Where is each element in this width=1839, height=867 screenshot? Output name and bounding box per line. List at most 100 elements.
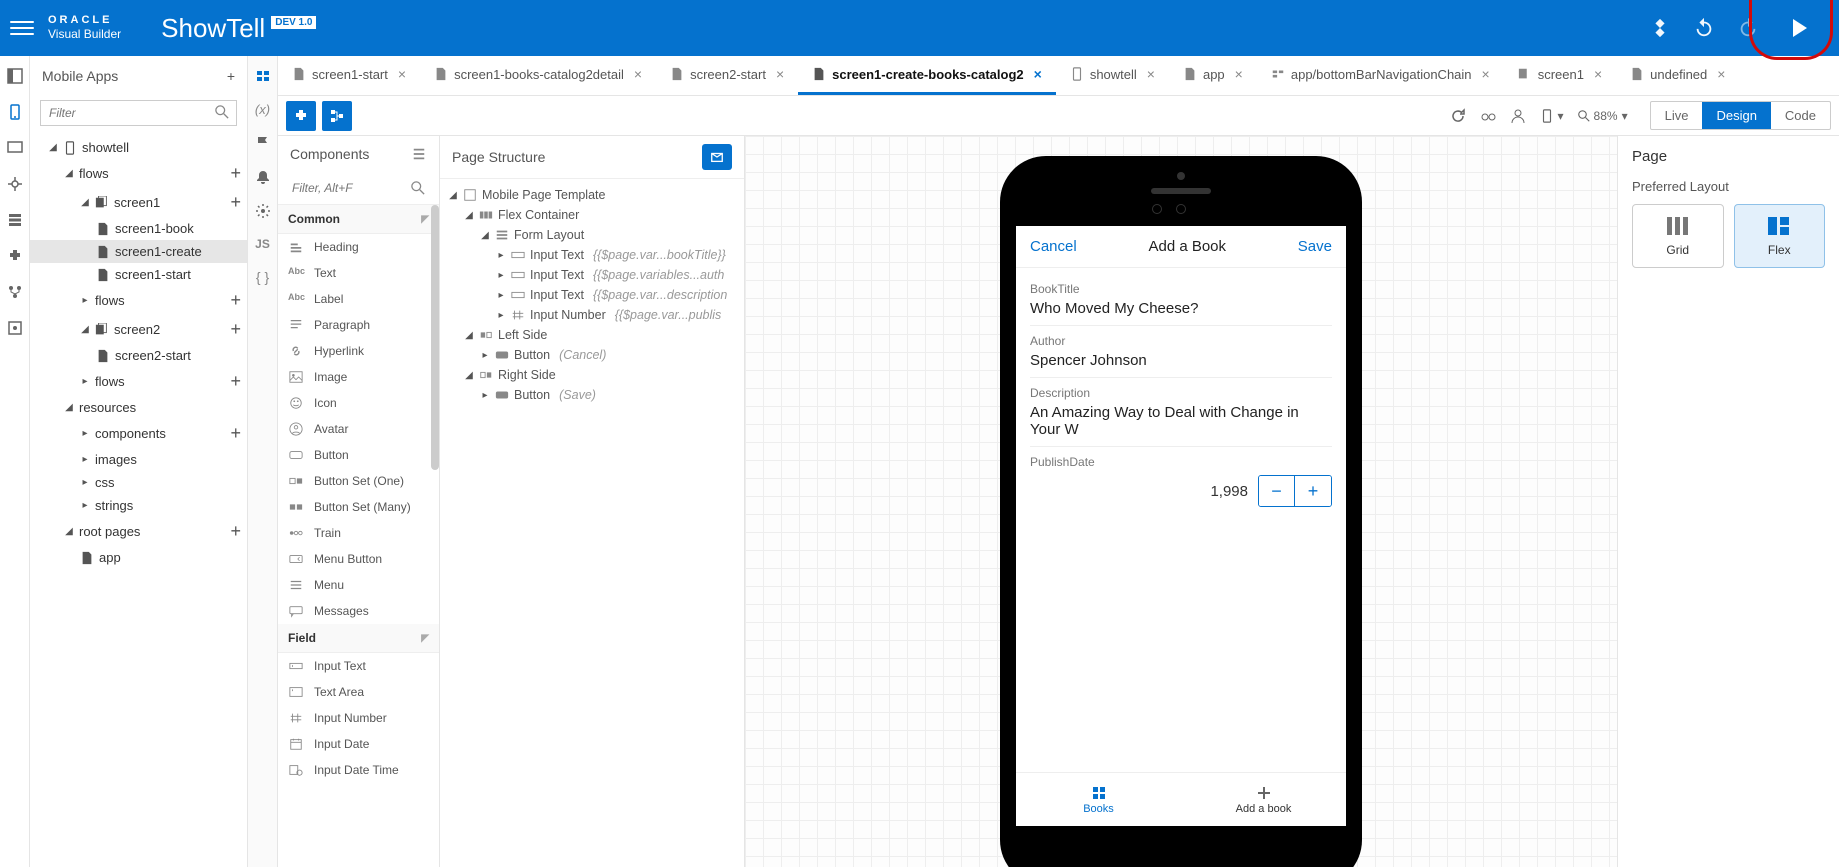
diamond-icon[interactable] <box>1649 17 1671 39</box>
comp-input-date[interactable]: Input Date <box>278 731 439 757</box>
tree-strings[interactable]: ▸strings <box>30 494 247 517</box>
list-icon[interactable] <box>411 147 427 161</box>
tree-components[interactable]: ▸components+ <box>30 419 247 448</box>
extension-icon[interactable] <box>7 248 23 264</box>
struct-cancel[interactable]: ▸Button(Cancel) <box>440 345 744 365</box>
tree-screen1-start[interactable]: screen1-start <box>30 263 247 286</box>
components-toggle[interactable] <box>286 101 316 131</box>
json-icon[interactable]: { } <box>256 269 269 285</box>
scrollbar[interactable] <box>431 205 439 470</box>
close-icon[interactable]: × <box>776 66 784 82</box>
structure-toggle[interactable] <box>322 101 352 131</box>
comp-text[interactable]: AbcText <box>278 260 439 286</box>
tree-flows[interactable]: ◢flows+ <box>30 159 247 188</box>
js-icon[interactable]: JS <box>255 237 270 251</box>
tree-flows3[interactable]: ▸flows+ <box>30 367 247 396</box>
comp-hyperlink[interactable]: Hyperlink <box>278 338 439 364</box>
tree-root-pages[interactable]: ◢root pages+ <box>30 517 247 546</box>
tab-screen1-start[interactable]: screen1-start× <box>278 56 420 95</box>
tree-resources[interactable]: ◢resources <box>30 396 247 419</box>
source-icon[interactable] <box>7 320 23 336</box>
redo-icon[interactable] <box>1737 17 1759 39</box>
mode-code[interactable]: Code <box>1771 102 1830 129</box>
tree-screen2-start[interactable]: screen2-start <box>30 344 247 367</box>
cancel-button[interactable]: Cancel <box>1030 238 1077 255</box>
menu-icon[interactable] <box>10 16 34 40</box>
tree-app[interactable]: app <box>30 546 247 569</box>
tree-images[interactable]: ▸images <box>30 448 247 471</box>
save-button[interactable]: Save <box>1298 238 1332 255</box>
tab-navchain[interactable]: app/bottomBarNavigationChain× <box>1257 56 1504 95</box>
undo-icon[interactable] <box>1693 17 1715 39</box>
close-icon[interactable]: × <box>1594 66 1602 82</box>
desktop-icon[interactable] <box>7 140 23 156</box>
comp-menu[interactable]: Menu <box>278 572 439 598</box>
mobile-icon[interactable] <box>7 104 23 120</box>
panel-icon[interactable] <box>7 68 23 84</box>
comp-heading[interactable]: Heading <box>278 234 439 260</box>
struct-mpt[interactable]: ◢Mobile Page Template <box>440 185 744 205</box>
close-icon[interactable]: × <box>1717 66 1725 82</box>
tab-screen1[interactable]: screen1× <box>1504 56 1616 95</box>
add-app-button[interactable]: + <box>227 68 235 84</box>
close-icon[interactable]: × <box>398 66 406 82</box>
struct-right[interactable]: ◢Right Side <box>440 365 744 385</box>
nav-books[interactable]: Books <box>1016 773 1181 826</box>
comp-button[interactable]: Button <box>278 442 439 468</box>
flag-icon[interactable] <box>255 135 271 151</box>
tree-screen1[interactable]: ◢screen1+ <box>30 188 247 217</box>
comp-label[interactable]: AbcLabel <box>278 286 439 312</box>
struct-it2[interactable]: ▸Input Text{{$page.variables...auth <box>440 265 744 285</box>
tree-css[interactable]: ▸css <box>30 471 247 494</box>
struct-it1[interactable]: ▸Input Text{{$page.var...bookTitle}} <box>440 245 744 265</box>
tab-showtell[interactable]: showtell× <box>1056 56 1169 95</box>
struct-save[interactable]: ▸Button(Save) <box>440 385 744 405</box>
input-description[interactable]: An Amazing Way to Deal with Change in Yo… <box>1030 404 1332 438</box>
close-icon[interactable]: × <box>1147 66 1155 82</box>
device-selector[interactable]: ▾ <box>1540 109 1564 123</box>
comp-avatar[interactable]: Avatar <box>278 416 439 442</box>
inbox-icon[interactable] <box>702 144 732 170</box>
close-icon[interactable]: × <box>1482 66 1490 82</box>
comp-train[interactable]: Train <box>278 520 439 546</box>
close-icon[interactable]: × <box>1235 66 1243 82</box>
tab-screen2-start[interactable]: screen2-start× <box>656 56 798 95</box>
group-field[interactable]: Field◤ <box>278 624 439 653</box>
db-icon[interactable] <box>7 212 23 228</box>
components-filter[interactable] <box>286 176 431 200</box>
mode-live[interactable]: Live <box>1651 102 1703 129</box>
bell-icon[interactable] <box>255 169 271 185</box>
struct-in[interactable]: ▸Input Number{{$page.var...publis <box>440 305 744 325</box>
connections-icon[interactable] <box>7 176 23 192</box>
struct-it3[interactable]: ▸Input Text{{$page.var...description <box>440 285 744 305</box>
stepper-plus[interactable]: + <box>1295 476 1331 506</box>
comp-buttonset-one[interactable]: Button Set (One) <box>278 468 439 494</box>
comp-input-text[interactable]: Input Text <box>278 653 439 679</box>
design-canvas[interactable]: Cancel Add a Book Save BookTitleWho Move… <box>745 136 1617 867</box>
search-icon[interactable] <box>215 105 229 119</box>
struct-form[interactable]: ◢Form Layout <box>440 225 744 245</box>
comp-messages[interactable]: Messages <box>278 598 439 624</box>
comp-icon[interactable]: Icon <box>278 390 439 416</box>
tab-catalog2detail[interactable]: screen1-books-catalog2detail× <box>420 56 656 95</box>
user-icon[interactable] <box>1510 108 1526 124</box>
comp-buttonset-many[interactable]: Button Set (Many) <box>278 494 439 520</box>
tab-create-catalog2[interactable]: screen1-create-books-catalog2× <box>798 56 1056 95</box>
input-booktitle[interactable]: Who Moved My Cheese? <box>1030 300 1332 317</box>
tree-screen1-book[interactable]: screen1-book <box>30 217 247 240</box>
stepper-minus[interactable]: − <box>1259 476 1295 506</box>
comp-input-datetime[interactable]: Input Date Time <box>278 757 439 783</box>
tree-screen2[interactable]: ◢screen2+ <box>30 315 247 344</box>
mode-design[interactable]: Design <box>1702 102 1770 129</box>
close-icon[interactable]: × <box>634 66 642 82</box>
toggle-icon[interactable] <box>255 68 271 84</box>
comp-textarea[interactable]: Text Area <box>278 679 439 705</box>
tree-screen1-create[interactable]: screen1-create <box>30 240 247 263</box>
close-icon[interactable]: × <box>1034 66 1042 82</box>
comp-image[interactable]: Image <box>278 364 439 390</box>
run-button[interactable] <box>1781 15 1819 41</box>
comp-menubutton[interactable]: Menu Button <box>278 546 439 572</box>
glasses-icon[interactable] <box>1480 108 1496 124</box>
search-icon[interactable] <box>411 181 425 195</box>
input-publishdate[interactable]: 1,998 <box>1210 483 1248 500</box>
